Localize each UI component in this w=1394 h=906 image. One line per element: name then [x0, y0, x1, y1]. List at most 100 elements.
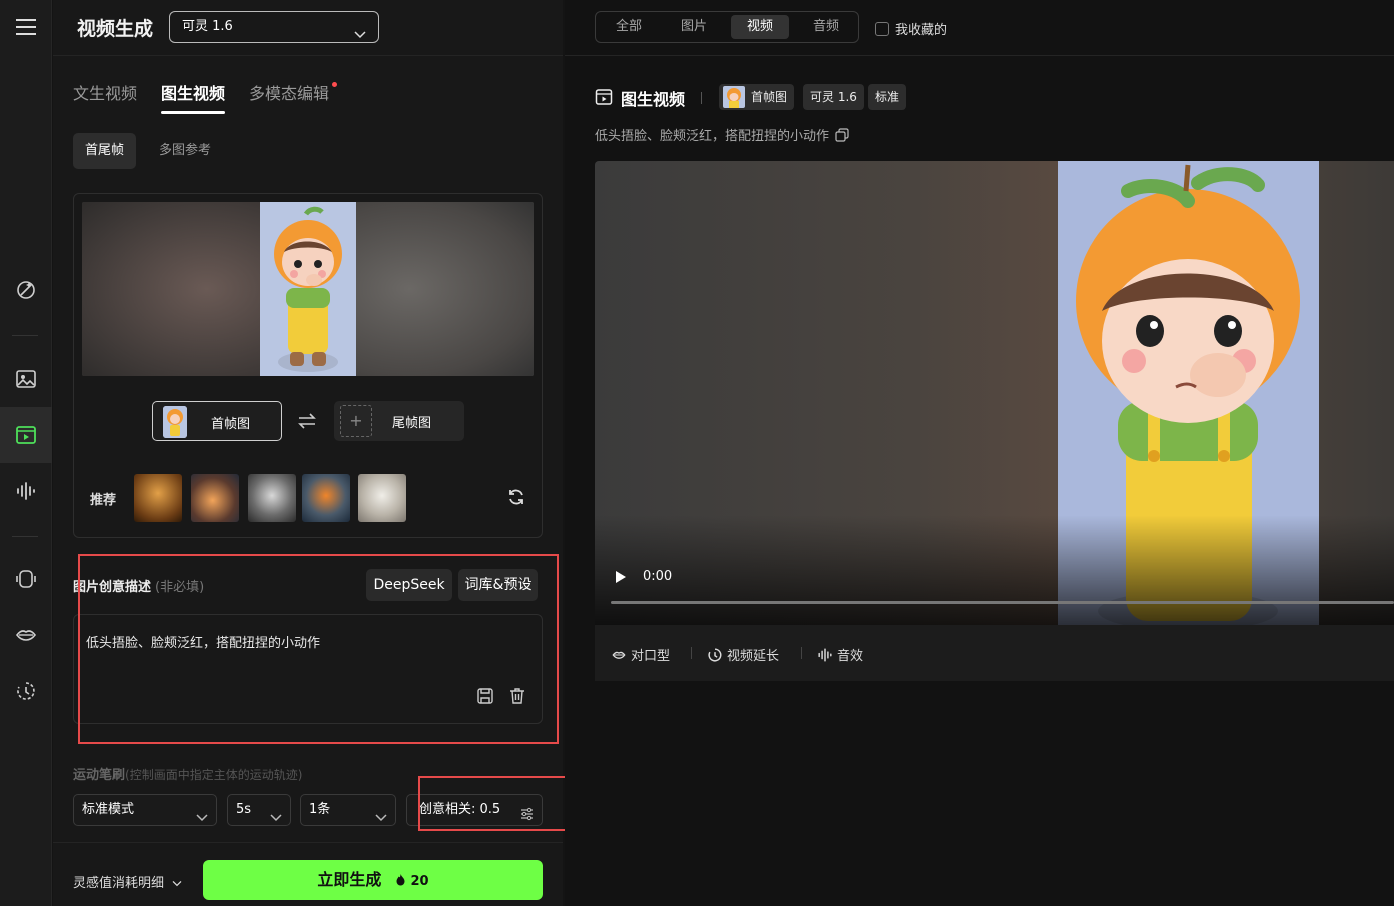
mode-select-value: 标准模式 [82, 802, 135, 817]
rail-divider [12, 536, 38, 537]
frame-tag-label: 首帧图 [751, 90, 788, 104]
creativity-value: 创意相关: 0.5 [419, 802, 501, 817]
last-frame-button[interactable]: + 尾帧图 [334, 401, 464, 441]
generate-cost-value: 20 [410, 874, 429, 889]
deepseek-button[interactable]: DeepSeek [366, 569, 452, 601]
lips-icon[interactable] [13, 622, 39, 648]
history-icon[interactable] [13, 678, 39, 704]
page-title: 视频生成 [77, 18, 154, 40]
subtab-first-last-frame[interactable]: 首尾帧 [73, 133, 137, 169]
magic-wand-icon[interactable] [13, 277, 39, 303]
frame-selectors: 首帧图 + 尾帧图 [152, 401, 466, 441]
chevron-down-icon [172, 880, 182, 887]
video-timestamp: 0:00 [643, 569, 673, 584]
generate-cost: 20 [395, 874, 429, 889]
checkbox[interactable] [875, 22, 889, 36]
favorites-label: 我收藏的 [895, 23, 948, 38]
chevron-down-icon [270, 804, 282, 834]
motion-brush-title: 运动笔刷 [73, 768, 126, 783]
model-select-value: 可灵 1.6 [182, 19, 233, 34]
image-icon[interactable] [13, 366, 39, 392]
filter-videos[interactable]: 视频 [731, 15, 789, 39]
filter-audio[interactable]: 音频 [797, 15, 855, 39]
audio-wave-icon[interactable] [13, 478, 39, 504]
last-frame-label: 尾帧图 [392, 416, 432, 431]
sound-effect-button[interactable]: 音效 [817, 645, 863, 664]
favorites-checkbox[interactable]: 我收藏的 [875, 19, 947, 38]
swap-frames-icon[interactable] [296, 411, 318, 435]
refresh-icon[interactable] [506, 487, 526, 511]
recommend-thumb-4[interactable] [302, 474, 350, 522]
model-select[interactable]: 可灵 1.6 [169, 11, 379, 43]
count-select[interactable]: 1条 [300, 794, 396, 826]
filter-images[interactable]: 图片 [665, 15, 723, 39]
recommend-thumb-2[interactable] [191, 474, 239, 522]
first-frame-thumbnail [163, 406, 187, 438]
filter-all[interactable]: 全部 [600, 15, 658, 39]
recommend-thumb-1[interactable] [134, 474, 182, 522]
generate-button[interactable]: 立即生成 20 [203, 860, 543, 900]
generation-panel: 视频生成 可灵 1.6 文生视频 图生视频 多模态编辑 首尾帧 多图参考 首帧图… [53, 0, 568, 906]
subtab-multi-image-ref[interactable]: 多图参考 [147, 133, 223, 169]
cost-detail-link[interactable]: 灵感值消耗明细 [73, 872, 182, 891]
model-icon[interactable] [13, 566, 39, 592]
sliders-icon [520, 803, 534, 833]
first-frame-thumbnail [723, 86, 745, 108]
play-icon[interactable] [615, 570, 627, 588]
tab-image-to-video[interactable]: 图生视频 [161, 80, 226, 114]
first-frame-label: 首帧图 [211, 417, 251, 432]
video-icon[interactable] [13, 422, 39, 448]
chevron-down-icon [354, 21, 366, 51]
recommend-thumb-3[interactable] [248, 474, 296, 522]
video-icon [595, 88, 613, 110]
uploaded-image-preview[interactable] [82, 202, 534, 376]
recommend-thumb-5[interactable] [358, 474, 406, 522]
divider [691, 647, 692, 659]
frame-tag[interactable]: 首帧图 [719, 84, 795, 110]
prompt-textarea[interactable]: 低头捂脸、脸颊泛红，搭配扭捏的小动作 [73, 614, 543, 724]
image-upload-area: 首帧图 + 尾帧图 推荐 [73, 193, 543, 538]
trash-icon[interactable] [508, 687, 526, 709]
menu-icon[interactable] [13, 14, 39, 40]
sound-effect-label: 音效 [837, 649, 864, 664]
filter-bar: 全部 图片 视频 音频 我收藏的 [565, 0, 1394, 56]
recommend-label: 推荐 [90, 493, 117, 508]
duration-select[interactable]: 5s [227, 794, 291, 826]
prompt-text: 低头捂脸、脸颊泛红，搭配扭捏的小动作 [86, 636, 321, 651]
video-player[interactable]: 0:00 [595, 161, 1394, 625]
prompt-heading: 图片创意描述 (非必填) [73, 576, 204, 595]
save-icon[interactable] [476, 687, 494, 709]
chevron-down-icon [375, 804, 387, 834]
new-badge-dot [332, 82, 337, 87]
presets-button[interactable]: 词库&预设 [458, 569, 538, 601]
cost-detail-label: 灵感值消耗明细 [73, 876, 165, 891]
model-tag: 可灵 1.6 [803, 84, 864, 110]
count-select-value: 1条 [309, 802, 331, 817]
copy-icon[interactable] [835, 128, 849, 142]
prompt-heading-label: 图片创意描述 [73, 580, 152, 595]
preview-blur-right [356, 202, 534, 376]
lip-sync-button[interactable]: 对口型 [611, 645, 670, 664]
footer-bar: 灵感值消耗明细 立即生成 20 [53, 842, 563, 906]
prompt-optional-hint: (非必填) [155, 580, 205, 595]
player-controls-gradient [595, 515, 1394, 625]
motion-brush-label[interactable]: 运动笔刷(控制画面中指定主体的运动轨迹) [73, 764, 302, 783]
divider [801, 647, 802, 659]
creativity-setting[interactable]: 创意相关: 0.5 [406, 794, 543, 826]
extend-video-button[interactable]: 视频延长 [707, 645, 779, 664]
lips-icon [612, 651, 626, 659]
first-frame-button[interactable]: 首帧图 [152, 401, 282, 441]
mode-select[interactable]: 标准模式 [73, 794, 217, 826]
duration-select-value: 5s [236, 802, 252, 817]
extend-icon [708, 648, 722, 662]
tab-multimodal-edit[interactable]: 多模态编辑 [249, 80, 329, 104]
results-area: 全部 图片 视频 音频 我收藏的 图生视频 首帧图 可灵 1.6 标准 低头捂脸… [565, 0, 1394, 906]
character-image [260, 202, 356, 376]
divider [701, 92, 702, 104]
chevron-down-icon [196, 804, 208, 834]
media-filter: 全部 图片 视频 音频 [595, 11, 859, 43]
lip-sync-label: 对口型 [631, 649, 671, 664]
video-progress-bar[interactable] [611, 601, 1394, 604]
tab-text-to-video[interactable]: 文生视频 [73, 80, 137, 104]
flame-icon [396, 874, 405, 886]
